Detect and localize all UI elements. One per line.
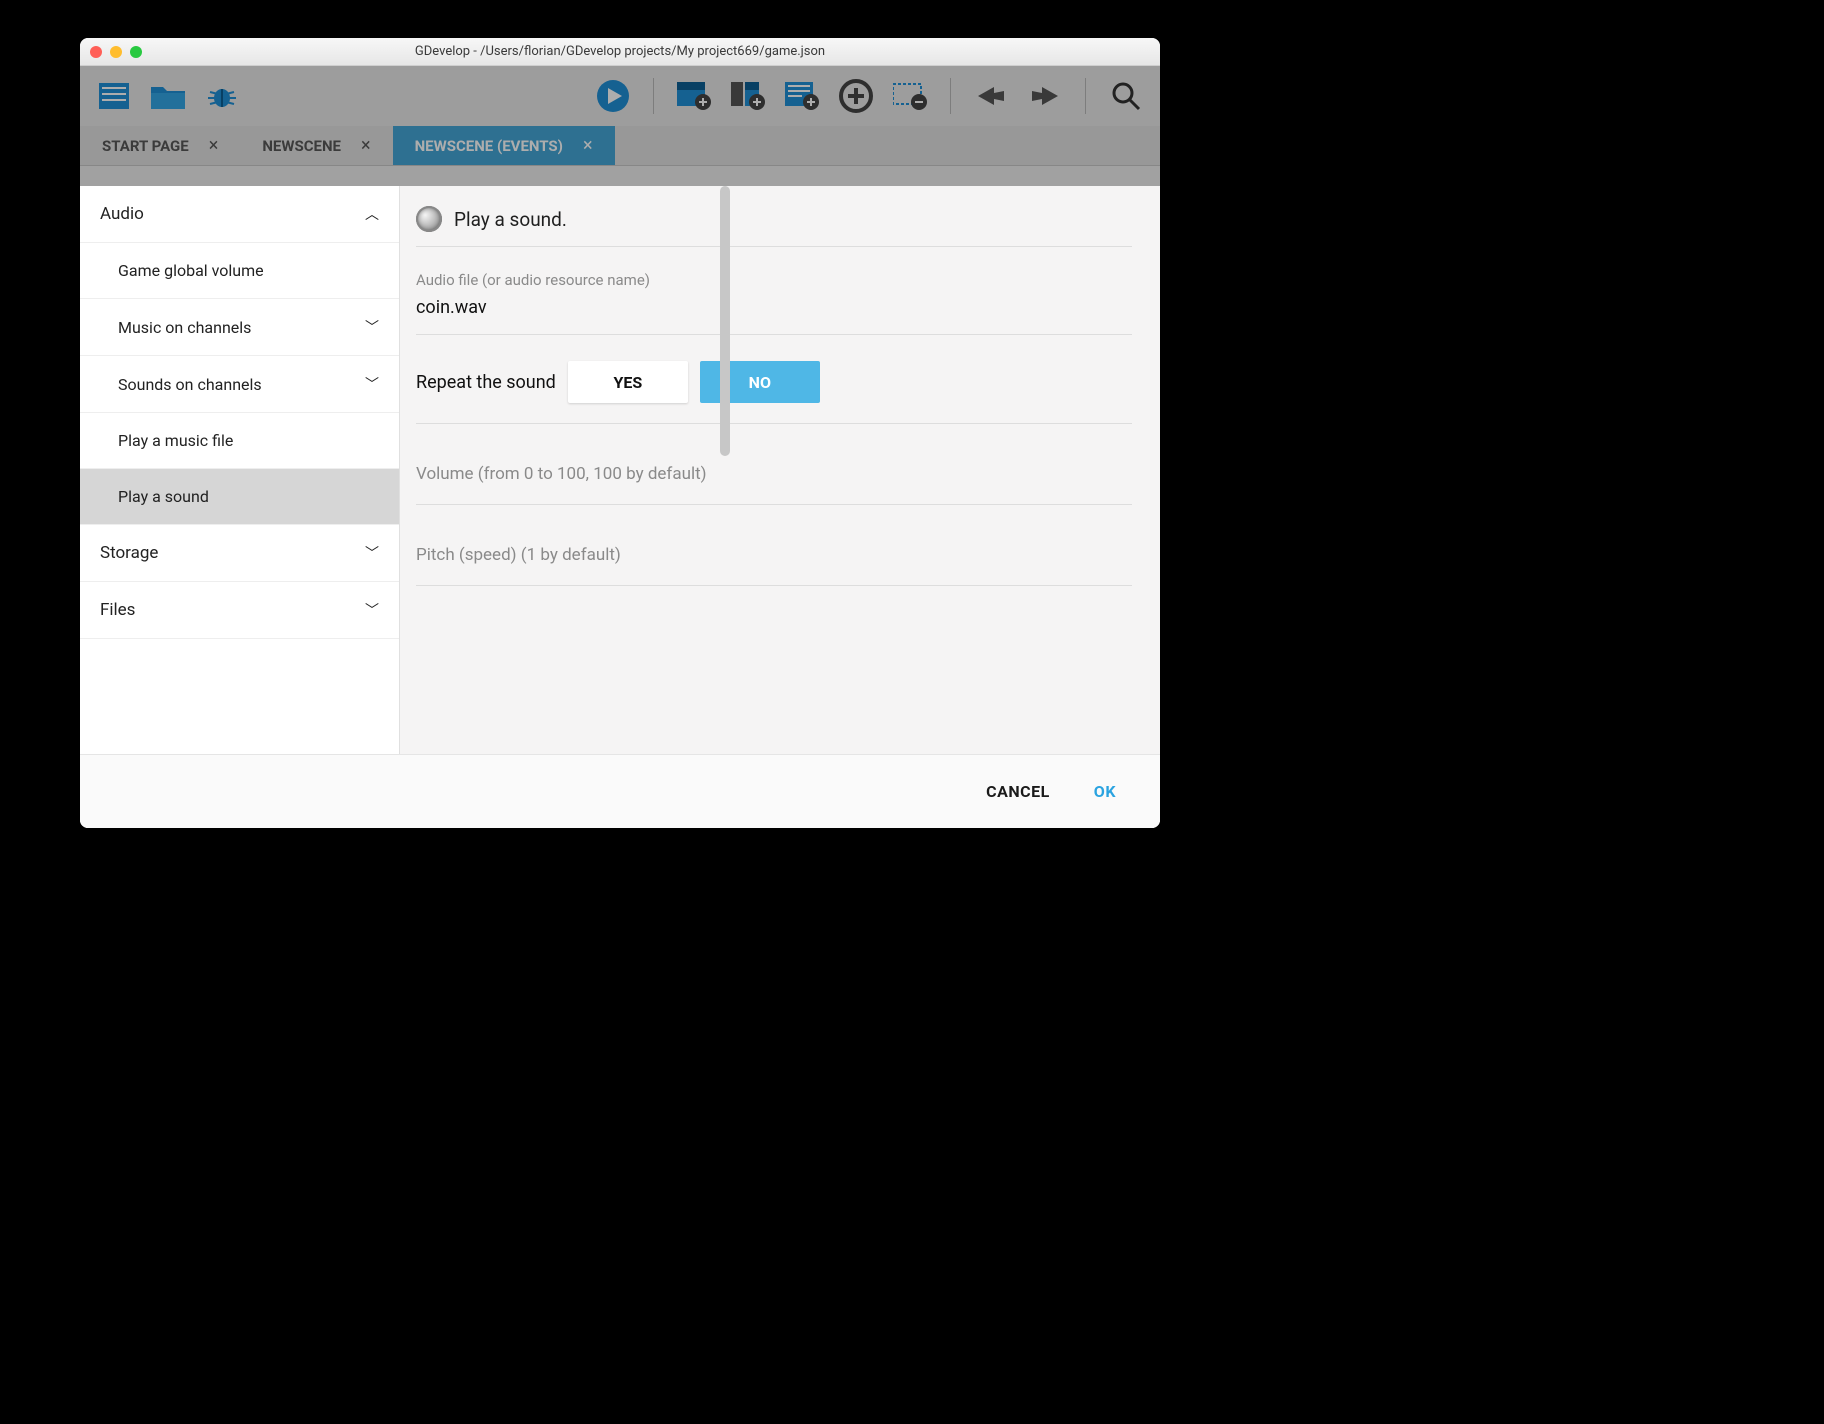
traffic-lights — [90, 46, 142, 58]
repeat-yes-button[interactable]: YES — [568, 361, 688, 403]
chevron-up-icon: ︿ — [365, 204, 379, 224]
category-label: Audio — [100, 204, 144, 224]
item-label: Sounds on channels — [118, 375, 262, 394]
chevron-down-icon: ﹀ — [365, 317, 379, 337]
zoom-icon[interactable] — [130, 46, 142, 58]
sidebar-item-play-a-music-file[interactable]: Play a music file — [80, 413, 399, 469]
item-label: Play a music file — [118, 431, 233, 450]
item-label: Game global volume — [118, 261, 264, 280]
scrollbar[interactable] — [720, 186, 730, 456]
pitch-input[interactable]: Pitch (speed) (1 by default) — [416, 545, 1132, 586]
item-label: Music on channels — [118, 318, 251, 337]
category-audio[interactable]: Audio ︿ — [80, 186, 399, 243]
window-title: GDevelop - /Users/florian/GDevelop proje… — [80, 44, 1160, 59]
volume-input[interactable]: Volume (from 0 to 100, 100 by default) — [416, 464, 1132, 505]
cancel-button[interactable]: CANCEL — [986, 782, 1050, 801]
dialog-footer: CANCEL OK — [80, 754, 1160, 828]
ok-button[interactable]: OK — [1094, 782, 1116, 801]
sidebar-item-music-on-channels[interactable]: Music on channels ﹀ — [80, 299, 399, 356]
sidebar-item-sounds-on-channels[interactable]: Sounds on channels ﹀ — [80, 356, 399, 413]
app-window: GDevelop - /Users/florian/GDevelop proje… — [80, 38, 1160, 828]
category-label: Files — [100, 600, 135, 620]
sidebar-item-play-a-sound[interactable]: Play a sound — [80, 469, 399, 525]
audio-file-label: Audio file (or audio resource name) — [416, 271, 1132, 289]
audio-file-input[interactable]: coin.wav — [416, 295, 1132, 335]
item-label: Play a sound — [118, 487, 209, 506]
action-dialog: Audio ︿ Game global volume Music on chan… — [80, 186, 1160, 828]
pane-title: Play a sound. — [454, 208, 567, 231]
speaker-icon — [416, 206, 442, 232]
close-icon[interactable] — [90, 46, 102, 58]
minimize-icon[interactable] — [110, 46, 122, 58]
repeat-no-button[interactable]: NO — [700, 361, 820, 403]
category-files[interactable]: Files ﹀ — [80, 582, 399, 639]
parameters-pane: Play a sound. Audio file (or audio resou… — [400, 186, 1160, 754]
chevron-down-icon: ﹀ — [365, 543, 379, 563]
sidebar-item-game-global-volume[interactable]: Game global volume — [80, 243, 399, 299]
category-storage[interactable]: Storage ﹀ — [80, 525, 399, 582]
titlebar: GDevelop - /Users/florian/GDevelop proje… — [80, 38, 1160, 66]
repeat-label: Repeat the sound — [416, 372, 556, 393]
category-label: Storage — [100, 543, 158, 563]
category-sidebar[interactable]: Audio ︿ Game global volume Music on chan… — [80, 186, 400, 754]
chevron-down-icon: ﹀ — [365, 600, 379, 620]
chevron-down-icon: ﹀ — [365, 374, 379, 394]
